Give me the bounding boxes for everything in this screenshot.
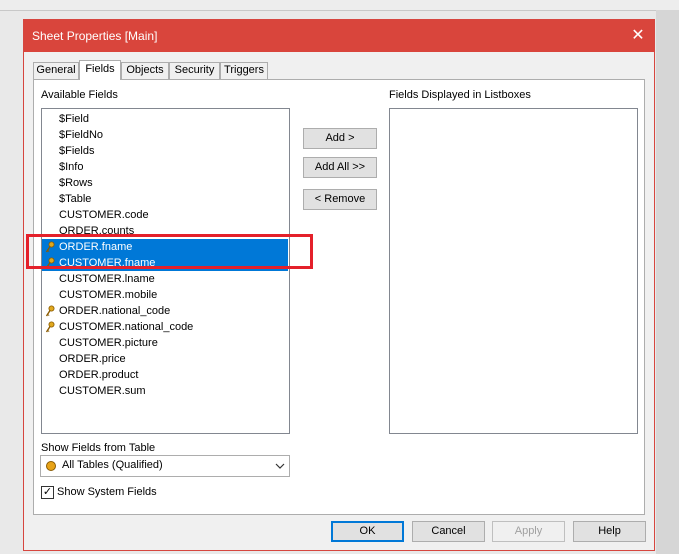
- fields-tab-panel: Available Fields Fields Displayed in Lis…: [33, 79, 645, 515]
- list-item[interactable]: $Info: [42, 159, 288, 175]
- sheet-properties-dialog: Sheet Properties [Main] ✕ General Fields…: [23, 19, 655, 551]
- close-icon[interactable]: ✕: [622, 20, 654, 52]
- tab-triggers[interactable]: Triggers: [220, 62, 268, 79]
- remove-button[interactable]: < Remove: [303, 189, 377, 210]
- list-item-label: ORDER.product: [59, 369, 139, 381]
- list-item-label: $Table: [59, 193, 92, 205]
- list-item[interactable]: CUSTOMER.mobile: [42, 287, 288, 303]
- add-all-button[interactable]: Add All >>: [303, 157, 377, 178]
- chevron-down-icon: [275, 463, 285, 469]
- list-item[interactable]: ORDER.product: [42, 367, 288, 383]
- list-item[interactable]: CUSTOMER.national_code: [42, 319, 288, 335]
- tab-security[interactable]: Security: [169, 62, 220, 79]
- displayed-fields-list[interactable]: [389, 108, 638, 434]
- tab-objects[interactable]: Objects: [121, 62, 169, 79]
- list-item[interactable]: $FieldNo: [42, 127, 288, 143]
- help-button[interactable]: Help: [573, 521, 646, 542]
- ok-button[interactable]: OK: [331, 521, 404, 542]
- list-item[interactable]: ORDER.national_code: [42, 303, 288, 319]
- list-item[interactable]: $Fields: [42, 143, 288, 159]
- available-fields-list[interactable]: $Field $FieldNo $Fields $Info $Rows $Table CUS…: [41, 108, 290, 434]
- table-status-icon: [46, 461, 56, 471]
- list-item[interactable]: CUSTOMER.code: [42, 207, 288, 223]
- list-item[interactable]: $Field: [42, 111, 288, 127]
- show-fields-from-table-label: Show Fields from Table: [41, 442, 156, 454]
- available-fields-label: Available Fields: [41, 89, 118, 101]
- list-item-label: $FieldNo: [59, 129, 104, 141]
- highlight-annotation-box: [26, 234, 313, 269]
- displayed-fields-label: Fields Displayed in Listboxes: [389, 89, 531, 101]
- apply-button[interactable]: Apply: [492, 521, 565, 542]
- list-item-label: CUSTOMER.lname: [59, 273, 155, 285]
- list-item-label: $Info: [59, 161, 84, 173]
- background-window-right: [656, 10, 679, 554]
- list-item[interactable]: $Rows: [42, 175, 288, 191]
- list-item[interactable]: ORDER.price: [42, 351, 288, 367]
- list-item-label: $Fields: [59, 145, 95, 157]
- list-item[interactable]: CUSTOMER.lname: [42, 271, 288, 287]
- list-item-label: $Rows: [59, 177, 93, 189]
- add-button[interactable]: Add >: [303, 128, 377, 149]
- tab-general[interactable]: General: [33, 62, 79, 79]
- show-system-fields-checkbox[interactable]: ✓: [41, 486, 54, 499]
- list-item-label: CUSTOMER.code: [59, 209, 149, 221]
- title-bar[interactable]: Sheet Properties [Main] ✕: [24, 20, 654, 52]
- table-filter-dropdown[interactable]: All Tables (Qualified): [40, 455, 290, 477]
- show-system-fields-label: Show System Fields: [57, 486, 157, 498]
- list-item-label: $Field: [59, 113, 89, 125]
- list-item-label: CUSTOMER.national_code: [59, 321, 194, 333]
- list-item[interactable]: CUSTOMER.picture: [42, 335, 288, 351]
- dialog-title: Sheet Properties [Main]: [32, 29, 158, 43]
- key-icon: [45, 321, 55, 333]
- list-item-label: ORDER.price: [59, 353, 126, 365]
- list-item-label: ORDER.national_code: [59, 305, 171, 317]
- list-item-label: CUSTOMER.picture: [59, 337, 158, 349]
- list-item-label: CUSTOMER.sum: [59, 385, 146, 397]
- background-window-top: [0, 0, 679, 11]
- key-icon: [45, 305, 55, 317]
- cancel-button[interactable]: Cancel: [412, 521, 485, 542]
- tab-fields[interactable]: Fields: [79, 60, 121, 80]
- list-item[interactable]: CUSTOMER.sum: [42, 383, 288, 399]
- list-item[interactable]: $Table: [42, 191, 288, 207]
- list-item-label: CUSTOMER.mobile: [59, 289, 158, 301]
- table-filter-value: All Tables (Qualified): [62, 459, 163, 471]
